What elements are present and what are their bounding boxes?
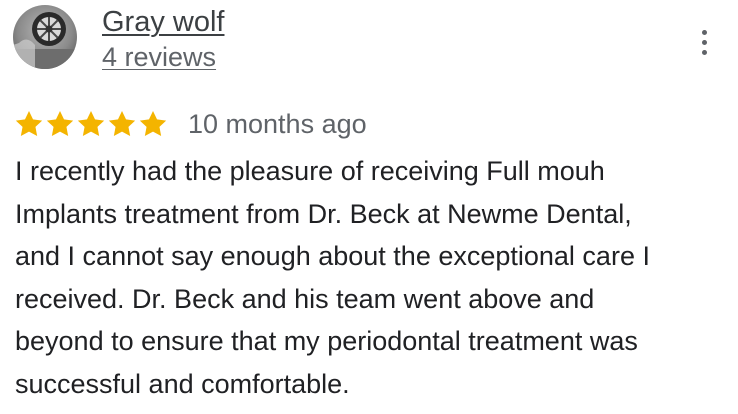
star-icon [107,110,137,138]
review-text-line: and I cannot say enough about the except… [15,241,650,272]
review-text-line: successful and comfortable. [15,368,350,399]
more-options-button[interactable] [688,22,720,62]
star-rating [14,110,168,138]
star-icon [45,110,75,138]
more-vertical-icon-dot [701,49,707,55]
star-icon [138,110,168,138]
car-wheel-icon [13,5,77,69]
review-time: 10 months ago [188,109,367,139]
star-icon [76,110,106,138]
review-text-line: Implants treatment from Dr. Beck at Newm… [15,198,632,229]
star-icon [14,110,44,138]
review-count-link[interactable]: 4 reviews [102,40,216,74]
rating-row: 10 months ago [14,104,367,144]
review-text-line: I recently had the pleasure of receiving… [15,156,605,186]
reviewer-name-link[interactable]: Gray wolf [102,4,224,40]
review-text-line: received. Dr. Beck and his team went abo… [15,283,595,314]
review-text-line: beyond to ensure that my periodontal tre… [15,326,638,357]
avatar[interactable] [13,5,77,69]
more-vertical-icon [701,29,707,35]
more-vertical-icon-dot [701,39,707,45]
review-text: I recently had the pleasure of receiving… [15,150,715,406]
